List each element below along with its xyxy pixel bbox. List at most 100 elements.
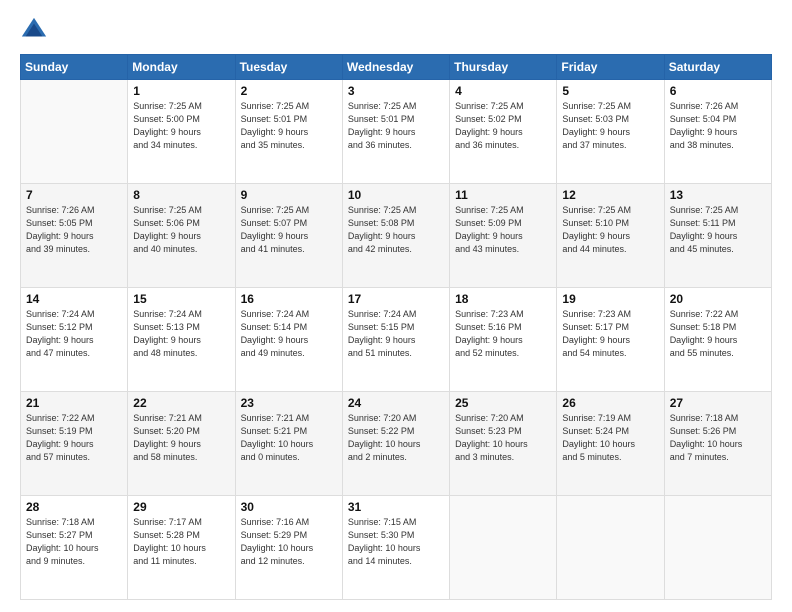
day-number: 26 <box>562 396 658 410</box>
sunrise: Sunrise: 7:16 AM <box>241 517 310 527</box>
sunrise: Sunrise: 7:24 AM <box>133 309 202 319</box>
calendar-day-cell <box>21 80 128 184</box>
daylight: Daylight: 10 hoursand 11 minutes. <box>133 543 206 566</box>
sunset: Sunset: 5:13 PM <box>133 322 200 332</box>
calendar-day-cell: 19Sunrise: 7:23 AMSunset: 5:17 PMDayligh… <box>557 288 664 392</box>
daylight: Daylight: 10 hoursand 3 minutes. <box>455 439 528 462</box>
calendar-day-cell: 7 Sunrise: 7:26 AMSunset: 5:05 PMDaylight… <box>21 184 128 288</box>
weekday-header-saturday: Saturday <box>664 55 771 80</box>
page: SundayMondayTuesdayWednesdayThursdayFrid… <box>0 0 792 612</box>
day-info: Sunrise: 7:21 AMSunset: 5:21 PMDaylight:… <box>241 412 337 464</box>
sunset: Sunset: 5:26 PM <box>670 426 737 436</box>
calendar-day-cell: 1 Sunrise: 7:25 AMSunset: 5:00 PMDaylight… <box>128 80 235 184</box>
calendar-day-cell: 20Sunrise: 7:22 AMSunset: 5:18 PMDayligh… <box>664 288 771 392</box>
day-info: Sunrise: 7:25 AMSunset: 5:03 PMDaylight:… <box>562 100 658 152</box>
day-number: 5 <box>562 84 658 98</box>
calendar-day-cell <box>557 496 664 600</box>
sunset: Sunset: 5:17 PM <box>562 322 629 332</box>
sunrise: Sunrise: 7:18 AM <box>26 517 95 527</box>
day-number: 9 <box>241 188 337 202</box>
daylight: Daylight: 9 hoursand 41 minutes. <box>241 231 309 254</box>
sunrise: Sunrise: 7:25 AM <box>241 101 310 111</box>
sunset: Sunset: 5:14 PM <box>241 322 308 332</box>
sunrise: Sunrise: 7:20 AM <box>455 413 524 423</box>
calendar-day-cell: 17Sunrise: 7:24 AMSunset: 5:15 PMDayligh… <box>342 288 449 392</box>
calendar-day-cell <box>664 496 771 600</box>
sunset: Sunset: 5:01 PM <box>241 114 308 124</box>
day-number: 7 <box>26 188 122 202</box>
sunset: Sunset: 5:09 PM <box>455 218 522 228</box>
sunset: Sunset: 5:07 PM <box>241 218 308 228</box>
sunrise: Sunrise: 7:25 AM <box>241 205 310 215</box>
day-info: Sunrise: 7:25 AMSunset: 5:01 PMDaylight:… <box>348 100 444 152</box>
sunset: Sunset: 5:28 PM <box>133 530 200 540</box>
sunrise: Sunrise: 7:24 AM <box>348 309 417 319</box>
calendar-day-cell: 12Sunrise: 7:25 AMSunset: 5:10 PMDayligh… <box>557 184 664 288</box>
day-number: 4 <box>455 84 551 98</box>
sunset: Sunset: 5:27 PM <box>26 530 93 540</box>
day-number: 16 <box>241 292 337 306</box>
daylight: Daylight: 9 hoursand 36 minutes. <box>455 127 523 150</box>
day-number: 24 <box>348 396 444 410</box>
day-info: Sunrise: 7:21 AMSunset: 5:20 PMDaylight:… <box>133 412 229 464</box>
day-info: Sunrise: 7:26 AMSunset: 5:05 PMDaylight:… <box>26 204 122 256</box>
calendar-day-cell: 31Sunrise: 7:15 AMSunset: 5:30 PMDayligh… <box>342 496 449 600</box>
sunrise: Sunrise: 7:21 AM <box>241 413 310 423</box>
header <box>20 16 772 44</box>
daylight: Daylight: 9 hoursand 49 minutes. <box>241 335 309 358</box>
calendar-day-cell: 27Sunrise: 7:18 AMSunset: 5:26 PMDayligh… <box>664 392 771 496</box>
day-number: 8 <box>133 188 229 202</box>
day-number: 21 <box>26 396 122 410</box>
day-info: Sunrise: 7:25 AMSunset: 5:00 PMDaylight:… <box>133 100 229 152</box>
weekday-header-thursday: Thursday <box>450 55 557 80</box>
logo-icon <box>20 16 48 44</box>
calendar-week-row: 7 Sunrise: 7:26 AMSunset: 5:05 PMDaylight… <box>21 184 772 288</box>
calendar-day-cell: 5 Sunrise: 7:25 AMSunset: 5:03 PMDaylight… <box>557 80 664 184</box>
calendar-table: SundayMondayTuesdayWednesdayThursdayFrid… <box>20 54 772 600</box>
day-number: 20 <box>670 292 766 306</box>
sunrise: Sunrise: 7:18 AM <box>670 413 739 423</box>
sunrise: Sunrise: 7:25 AM <box>455 205 524 215</box>
sunrise: Sunrise: 7:20 AM <box>348 413 417 423</box>
calendar-day-cell: 25Sunrise: 7:20 AMSunset: 5:23 PMDayligh… <box>450 392 557 496</box>
sunrise: Sunrise: 7:25 AM <box>348 101 417 111</box>
day-number: 10 <box>348 188 444 202</box>
day-number: 3 <box>348 84 444 98</box>
daylight: Daylight: 10 hoursand 12 minutes. <box>241 543 314 566</box>
day-number: 1 <box>133 84 229 98</box>
daylight: Daylight: 9 hoursand 51 minutes. <box>348 335 416 358</box>
day-number: 14 <box>26 292 122 306</box>
sunset: Sunset: 5:08 PM <box>348 218 415 228</box>
day-number: 6 <box>670 84 766 98</box>
sunrise: Sunrise: 7:25 AM <box>133 101 202 111</box>
sunrise: Sunrise: 7:21 AM <box>133 413 202 423</box>
sunrise: Sunrise: 7:17 AM <box>133 517 202 527</box>
sunset: Sunset: 5:12 PM <box>26 322 93 332</box>
day-number: 18 <box>455 292 551 306</box>
sunrise: Sunrise: 7:25 AM <box>670 205 739 215</box>
calendar-day-cell: 22Sunrise: 7:21 AMSunset: 5:20 PMDayligh… <box>128 392 235 496</box>
calendar-day-cell: 23Sunrise: 7:21 AMSunset: 5:21 PMDayligh… <box>235 392 342 496</box>
daylight: Daylight: 9 hoursand 45 minutes. <box>670 231 738 254</box>
daylight: Daylight: 9 hoursand 54 minutes. <box>562 335 630 358</box>
sunrise: Sunrise: 7:24 AM <box>26 309 95 319</box>
daylight: Daylight: 9 hoursand 36 minutes. <box>348 127 416 150</box>
sunset: Sunset: 5:22 PM <box>348 426 415 436</box>
weekday-header-tuesday: Tuesday <box>235 55 342 80</box>
day-number: 27 <box>670 396 766 410</box>
calendar-day-cell: 3 Sunrise: 7:25 AMSunset: 5:01 PMDaylight… <box>342 80 449 184</box>
sunrise: Sunrise: 7:24 AM <box>241 309 310 319</box>
calendar-day-cell: 26Sunrise: 7:19 AMSunset: 5:24 PMDayligh… <box>557 392 664 496</box>
day-info: Sunrise: 7:25 AMSunset: 5:08 PMDaylight:… <box>348 204 444 256</box>
logo <box>20 16 52 44</box>
day-number: 17 <box>348 292 444 306</box>
sunset: Sunset: 5:18 PM <box>670 322 737 332</box>
weekday-header-sunday: Sunday <box>21 55 128 80</box>
calendar-day-cell: 6 Sunrise: 7:26 AMSunset: 5:04 PMDaylight… <box>664 80 771 184</box>
day-info: Sunrise: 7:26 AMSunset: 5:04 PMDaylight:… <box>670 100 766 152</box>
calendar-day-cell: 13Sunrise: 7:25 AMSunset: 5:11 PMDayligh… <box>664 184 771 288</box>
day-number: 15 <box>133 292 229 306</box>
day-number: 2 <box>241 84 337 98</box>
daylight: Daylight: 9 hoursand 37 minutes. <box>562 127 630 150</box>
sunrise: Sunrise: 7:15 AM <box>348 517 417 527</box>
